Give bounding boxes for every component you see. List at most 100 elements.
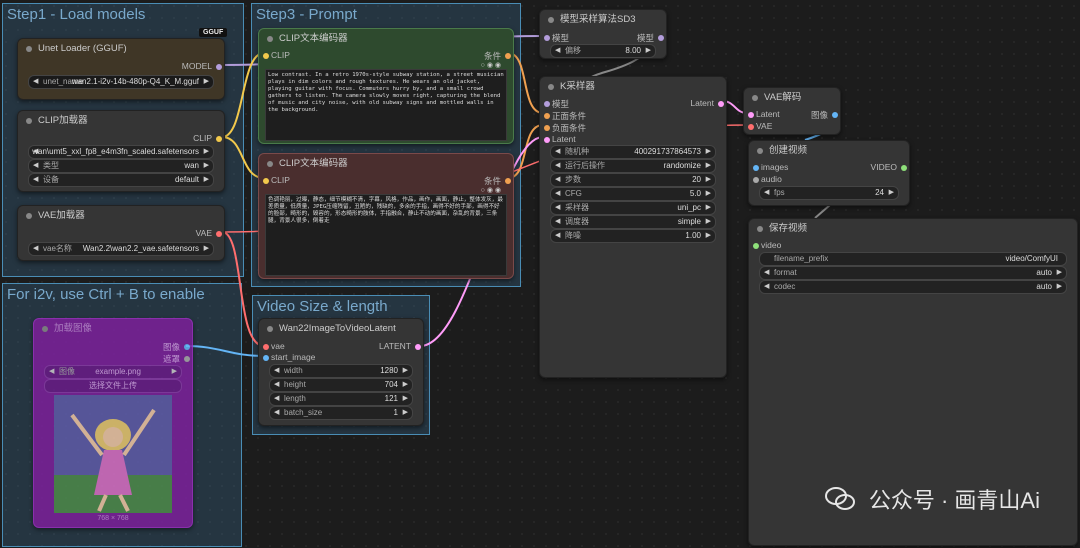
model-input-dot[interactable] xyxy=(544,35,550,41)
clip-output-dot[interactable] xyxy=(216,136,222,142)
arrow-left-icon[interactable]: ◀ xyxy=(33,160,38,172)
format-select[interactable]: ◀ format auto ▶ xyxy=(759,266,1067,280)
clip-input-dot[interactable] xyxy=(263,178,269,184)
clip-negative-node[interactable]: CLIP文本编码器 CLIP 条件 ○ ◉ ◉ 色调艳丽，过曝，静态，细节模糊不… xyxy=(258,153,514,279)
arrow-left-icon[interactable]: ◀ xyxy=(555,45,560,57)
clip-input-dot[interactable] xyxy=(263,53,269,59)
arrow-right-icon[interactable]: ▶ xyxy=(706,146,711,158)
positive-input-dot[interactable] xyxy=(544,113,550,119)
length-input[interactable]: ◀ length 121 ▶ xyxy=(269,392,413,406)
arrow-right-icon[interactable]: ▶ xyxy=(706,160,711,172)
arrow-right-icon[interactable]: ▶ xyxy=(204,160,209,172)
image-output-dot[interactable] xyxy=(832,112,838,118)
arrow-left-icon[interactable]: ◀ xyxy=(555,202,560,214)
create-video-node[interactable]: 创建视频 images VIDEO audio ◀ fps 24 ▶ xyxy=(748,140,910,206)
vae-loader-node[interactable]: VAE加载器 VAE ◀ vae名称 Wan2.2\wan2.2_vae.saf… xyxy=(17,205,225,261)
arrow-right-icon[interactable]: ▶ xyxy=(1057,281,1062,293)
height-input[interactable]: ◀ height 704 ▶ xyxy=(269,378,413,392)
arrow-right-icon[interactable]: ▶ xyxy=(403,379,408,391)
vae-name-select[interactable]: ◀ vae名称 Wan2.2\wan2.2_vae.safetensors ▶ xyxy=(28,242,214,256)
arrow-right-icon[interactable]: ▶ xyxy=(706,230,711,242)
arrow-left-icon[interactable]: ◀ xyxy=(555,230,560,242)
negative-input-dot[interactable] xyxy=(544,125,550,131)
fps-input[interactable]: ◀ fps 24 ▶ xyxy=(759,186,899,200)
scheduler-select[interactable]: ◀ 调度器 simple ▶ xyxy=(550,215,716,229)
arrow-right-icon[interactable]: ▶ xyxy=(706,174,711,186)
clip-type-select[interactable]: ◀ 类型 wan ▶ xyxy=(28,159,214,173)
arrow-left-icon[interactable]: ◀ xyxy=(274,365,279,377)
arrow-left-icon[interactable]: ◀ xyxy=(555,174,560,186)
model-output-dot[interactable] xyxy=(658,35,664,41)
filename-prefix-input[interactable]: filename_prefix video/ComfyUI xyxy=(759,252,1067,266)
arrow-right-icon[interactable]: ▶ xyxy=(706,188,711,200)
arrow-right-icon[interactable]: ▶ xyxy=(204,146,209,158)
width-input[interactable]: ◀ width 1280 ▶ xyxy=(269,364,413,378)
image-output-dot[interactable] xyxy=(184,344,190,350)
model-output-dot[interactable] xyxy=(216,64,222,70)
video-input-dot[interactable] xyxy=(753,243,759,249)
conditioning-output-dot[interactable] xyxy=(505,178,511,184)
audio-input-dot[interactable] xyxy=(753,177,759,183)
arrow-left-icon[interactable]: ◀ xyxy=(33,174,38,186)
arrow-right-icon[interactable]: ▶ xyxy=(403,393,408,405)
start-image-input-dot[interactable] xyxy=(263,355,269,361)
clip-device-select[interactable]: ◀ 设备 default ▶ xyxy=(28,173,214,187)
arrow-left-icon[interactable]: ◀ xyxy=(274,393,279,405)
arrow-right-icon[interactable]: ▶ xyxy=(403,407,408,419)
shift-input[interactable]: ◀ 偏移 8.00 ▶ xyxy=(550,44,656,58)
latent-output-dot[interactable] xyxy=(415,344,421,350)
negative-prompt-textarea[interactable]: 色调艳丽，过曝，静态，细节模糊不清，字幕，风格，作品，画作，画面，静止，整体发灰… xyxy=(265,194,507,276)
arrow-left-icon[interactable]: ◀ xyxy=(33,76,38,88)
cfg-input[interactable]: ◀ CFG 5.0 ▶ xyxy=(550,187,716,201)
positive-prompt-textarea[interactable]: Low contrast. In a retro 1970s-style sub… xyxy=(265,69,507,141)
arrow-right-icon[interactable]: ▶ xyxy=(889,187,894,199)
arrow-left-icon[interactable]: ◀ xyxy=(33,243,38,255)
wan-latent-node[interactable]: Wan22ImageToVideoLatent vae LATENT start… xyxy=(258,318,424,426)
batch-size-input[interactable]: ◀ batch_size 1 ▶ xyxy=(269,406,413,420)
arrow-left-icon[interactable]: ◀ xyxy=(555,160,560,172)
vae-output-dot[interactable] xyxy=(216,231,222,237)
codec-select[interactable]: ◀ codec auto ▶ xyxy=(759,280,1067,294)
image-select[interactable]: ◀ 图像 example.png ▶ xyxy=(44,365,182,379)
arrow-right-icon[interactable]: ▶ xyxy=(706,202,711,214)
sampler-select[interactable]: ◀ 采样器 uni_pc ▶ xyxy=(550,201,716,215)
arrow-left-icon[interactable]: ◀ xyxy=(764,267,769,279)
mask-output-dot[interactable] xyxy=(184,356,190,362)
steps-input[interactable]: ◀ 步数 20 ▶ xyxy=(550,173,716,187)
latent-output-dot[interactable] xyxy=(718,101,724,107)
conditioning-output-dot[interactable] xyxy=(505,53,511,59)
video-output-dot[interactable] xyxy=(901,165,907,171)
arrow-left-icon[interactable]: ◀ xyxy=(555,188,560,200)
control-after-generate-select[interactable]: ◀ 运行后操作 randomize ▶ xyxy=(550,159,716,173)
arrow-left-icon[interactable]: ◀ xyxy=(49,366,54,378)
arrow-right-icon[interactable]: ▶ xyxy=(172,366,177,378)
arrow-right-icon[interactable]: ▶ xyxy=(204,174,209,186)
arrow-right-icon[interactable]: ▶ xyxy=(646,45,651,57)
clip-loader-node[interactable]: CLIP加载器 CLIP ◀ wan\umt5_xxl_fp8_e4m3fn_s… xyxy=(17,110,225,192)
vae-decode-node[interactable]: VAE解码 Latent 图像 VAE xyxy=(743,87,841,135)
images-input-dot[interactable] xyxy=(753,165,759,171)
model-sampling-node[interactable]: 模型采样算法SD3 模型 模型 ◀ 偏移 8.00 ▶ xyxy=(539,9,667,59)
arrow-right-icon[interactable]: ▶ xyxy=(403,365,408,377)
vae-input-dot[interactable] xyxy=(748,124,754,130)
arrow-right-icon[interactable]: ▶ xyxy=(204,76,209,88)
seed-input[interactable]: ◀ 随机种 400291737864573 ▶ xyxy=(550,145,716,159)
latent-input-dot[interactable] xyxy=(748,112,754,118)
arrow-left-icon[interactable]: ◀ xyxy=(555,216,560,228)
unet-loader-node[interactable]: Unet Loader (GGUF) MODEL ◀ unet_name wan… xyxy=(17,38,225,100)
model-input-dot[interactable] xyxy=(544,101,550,107)
latent-input-dot[interactable] xyxy=(544,137,550,143)
ksampler-node[interactable]: K采样器 模型 Latent 正面条件 负面条件 Latent ◀ 随机种 40… xyxy=(539,76,727,378)
load-image-node[interactable]: 加载图像 图像 遮罩 ◀ 图像 example.png ▶ 选择文件上传 768… xyxy=(33,318,193,528)
arrow-left-icon[interactable]: ◀ xyxy=(555,146,560,158)
clip-positive-node[interactable]: CLIP文本编码器 CLIP 条件 ○ ◉ ◉ Low contrast. In… xyxy=(258,28,514,144)
arrow-left-icon[interactable]: ◀ xyxy=(274,379,279,391)
denoise-input[interactable]: ◀ 降噪 1.00 ▶ xyxy=(550,229,716,243)
clip-name-select[interactable]: ◀ wan\umt5_xxl_fp8_e4m3fn_scaled.safeten… xyxy=(28,145,214,159)
arrow-left-icon[interactable]: ◀ xyxy=(764,187,769,199)
arrow-right-icon[interactable]: ▶ xyxy=(706,216,711,228)
arrow-left-icon[interactable]: ◀ xyxy=(764,281,769,293)
vae-input-dot[interactable] xyxy=(263,344,269,350)
upload-button[interactable]: 选择文件上传 xyxy=(44,379,182,393)
arrow-right-icon[interactable]: ▶ xyxy=(1057,267,1062,279)
